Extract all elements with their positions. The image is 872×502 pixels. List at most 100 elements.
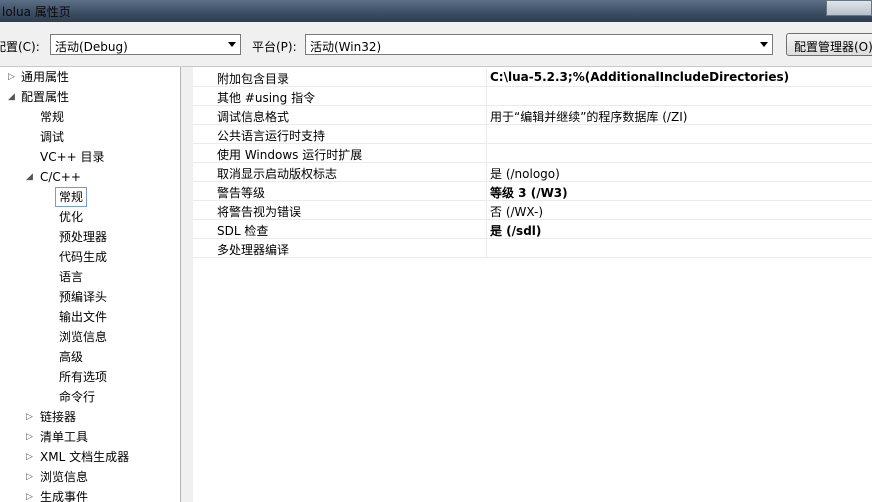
config-select[interactable]: 活动(Debug) [50, 34, 241, 55]
expand-arrow-icon[interactable]: ▷ [26, 408, 36, 426]
tree-item-label: 生成事件 [40, 490, 89, 502]
tree-item-label: 预编译头 [59, 290, 108, 304]
collapse-arrow-icon[interactable]: ◢ [8, 88, 18, 106]
tree-item-label: 命令行 [59, 390, 96, 404]
property-name: 多处理器编译 [217, 243, 290, 257]
property-row[interactable]: 警告等级 等级 3 (/W3) [193, 182, 872, 201]
tree-item-common-props[interactable]: ▷ 通用属性 [8, 68, 69, 86]
property-name: 将警告视为错误 [217, 205, 302, 219]
column-divider [486, 87, 487, 106]
column-divider [486, 125, 487, 144]
property-value[interactable]: 用于“编辑并继续”的程序数据库 (/ZI) [490, 108, 687, 125]
tree-item-manifest-tool[interactable]: ▷ 清单工具 [26, 428, 88, 446]
tree-item-label: 高级 [59, 350, 84, 364]
expand-arrow-icon[interactable]: ▷ [26, 448, 36, 466]
property-name: 使用 Windows 运行时扩展 [217, 148, 363, 162]
expand-arrow-icon[interactable]: ▷ [26, 428, 36, 446]
platform-select[interactable]: 活动(Win32) [305, 34, 773, 55]
property-value[interactable]: C:\lua-5.2.3;%(AdditionalIncludeDirector… [490, 70, 789, 84]
tree-item-label: C/C++ [40, 170, 81, 184]
tree-item-language[interactable]: 语言 [59, 268, 83, 286]
property-name: 取消显示启动版权标志 [217, 167, 338, 181]
tree-item-optimization[interactable]: 优化 [59, 208, 83, 226]
tree-item-label: XML 文档生成器 [40, 450, 130, 464]
property-row[interactable]: 多处理器编译 [193, 239, 872, 258]
tree-item-label: 链接器 [40, 410, 77, 424]
tree-item-advanced[interactable]: 高级 [59, 348, 83, 366]
expand-arrow-icon[interactable]: ▷ [26, 488, 36, 502]
tree-item-build-events[interactable]: ▷ 生成事件 [26, 488, 88, 502]
tree-item-label: VC++ 目录 [40, 150, 105, 164]
column-divider [486, 144, 487, 163]
property-row[interactable]: 调试信息格式 用于“编辑并继续”的程序数据库 (/ZI) [193, 106, 872, 125]
property-name: 警告等级 [217, 186, 266, 200]
window-title: lolua 属性页 [2, 5, 71, 19]
tree-item-cpp-general[interactable]: 常规 [55, 187, 88, 207]
property-row[interactable]: 取消显示启动版权标志 是 (/nologo) [193, 163, 872, 182]
tree-item-linker[interactable]: ▷ 链接器 [26, 408, 76, 426]
column-divider [486, 239, 487, 258]
property-tree: ▷ 通用属性 ◢ 配置属性 常规 调试 VC++ 目录 ◢ C/C++ 常规 优… [0, 67, 181, 502]
platform-select-value: 活动(Win32) [310, 40, 382, 54]
tree-item-label: 所有选项 [59, 370, 108, 384]
property-value[interactable]: 是 (/sdl) [490, 222, 541, 239]
toolbar: 配置(C): 活动(Debug) 平台(P): 活动(Win32) 配置管理器(… [0, 22, 872, 67]
tree-item-xml-doc-generator[interactable]: ▷ XML 文档生成器 [26, 448, 129, 466]
column-divider [486, 106, 487, 125]
property-row[interactable]: SDL 检查 是 (/sdl) [193, 220, 872, 239]
tree-item-label: 配置属性 [21, 90, 70, 104]
platform-label: 平台(P): [252, 40, 297, 54]
tree-item-browse-info-2[interactable]: ▷ 浏览信息 [26, 468, 88, 486]
tree-item-preprocessor[interactable]: 预处理器 [59, 228, 107, 246]
property-row[interactable]: 附加包含目录 C:\lua-5.2.3;%(AdditionalIncludeDi… [193, 68, 872, 87]
tree-item-label: 语言 [59, 270, 84, 284]
property-value[interactable]: 等级 3 (/W3) [490, 184, 568, 201]
tree-item-general[interactable]: 常规 [40, 108, 64, 126]
tree-item-label: 调试 [40, 130, 65, 144]
expand-arrow-icon[interactable]: ▷ [8, 68, 18, 86]
tree-item-label: 常规 [59, 190, 84, 204]
column-divider [486, 163, 487, 182]
property-row[interactable]: 将警告视为错误 否 (/WX-) [193, 201, 872, 220]
tree-item-label: 优化 [59, 210, 84, 224]
tree-item-cpp[interactable]: ◢ C/C++ [26, 168, 81, 186]
tree-item-label: 浏览信息 [59, 330, 108, 344]
property-name: SDL 检查 [217, 224, 269, 238]
tree-item-label: 预处理器 [59, 230, 108, 244]
property-name: 调试信息格式 [217, 110, 290, 124]
property-row[interactable]: 其他 #using 指令 [193, 87, 872, 106]
tree-item-output-files[interactable]: 输出文件 [59, 308, 107, 326]
collapse-arrow-icon[interactable]: ◢ [26, 168, 36, 186]
title-bar: lolua 属性页 [0, 0, 872, 22]
tree-item-label: 输出文件 [59, 310, 108, 324]
config-manager-button-label: 配置管理器(O)... [794, 40, 872, 54]
tree-item-label: 常规 [40, 110, 65, 124]
tree-item-all-options[interactable]: 所有选项 [59, 368, 107, 386]
config-manager-button[interactable]: 配置管理器(O)... [786, 33, 872, 56]
property-row[interactable]: 使用 Windows 运行时扩展 [193, 144, 872, 163]
column-divider [486, 182, 487, 201]
property-name: 附加包含目录 [217, 72, 290, 86]
tree-item-code-generation[interactable]: 代码生成 [59, 248, 107, 266]
column-divider [486, 201, 487, 220]
tree-item-browse-info[interactable]: 浏览信息 [59, 328, 107, 346]
tree-item-label: 通用属性 [21, 70, 70, 84]
tree-item-command-line[interactable]: 命令行 [59, 388, 95, 406]
config-label: 配置(C): [0, 40, 40, 54]
expand-arrow-icon[interactable]: ▷ [26, 468, 36, 486]
property-name: 公共语言运行时支持 [217, 129, 326, 143]
tree-item-debugging[interactable]: 调试 [40, 128, 64, 146]
tree-item-config-props[interactable]: ◢ 配置属性 [8, 88, 69, 106]
property-name: 其他 #using 指令 [217, 91, 316, 105]
close-button[interactable] [826, 0, 872, 16]
tree-item-precompiled-headers[interactable]: 预编译头 [59, 288, 107, 306]
tree-item-vc-dirs[interactable]: VC++ 目录 [40, 148, 105, 166]
tree-item-label: 代码生成 [59, 250, 108, 264]
property-value[interactable]: 否 (/WX-) [490, 203, 543, 220]
tree-item-label: 清单工具 [40, 430, 89, 444]
chevron-down-icon [760, 42, 768, 47]
tree-item-label: 浏览信息 [40, 470, 89, 484]
config-select-value: 活动(Debug) [55, 40, 128, 54]
property-row[interactable]: 公共语言运行时支持 [193, 125, 872, 144]
property-value[interactable]: 是 (/nologo) [490, 165, 560, 182]
